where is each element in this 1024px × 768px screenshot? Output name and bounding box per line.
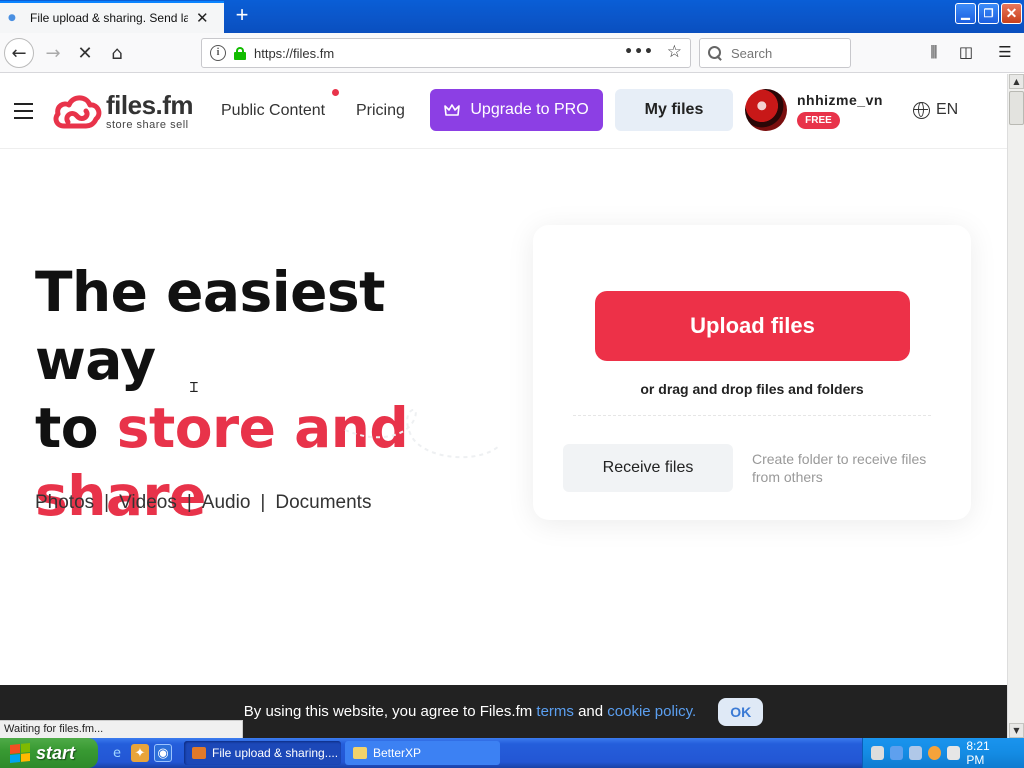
cookie-text: By using this website, you agree to File… (244, 703, 696, 720)
start-button[interactable]: start (0, 738, 98, 768)
category-separator: | (186, 492, 192, 513)
page-actions-icon[interactable]: ••• (624, 44, 654, 60)
brand-tagline: store share sell (106, 119, 189, 131)
volume-icon[interactable] (947, 746, 961, 760)
cookie-text-middle: and (573, 703, 608, 720)
upload-card: Upload files or drag and drop files and … (533, 225, 971, 520)
category-separator: | (260, 492, 266, 513)
cookie-ok-button[interactable]: OK (718, 697, 764, 726)
nav-pricing[interactable]: Pricing (356, 102, 405, 120)
library-icon[interactable]: ⫼ (924, 42, 944, 62)
terms-link[interactable]: terms (536, 703, 574, 720)
scroll-down-arrow-icon[interactable]: ▼ (1009, 723, 1024, 738)
new-tab-button[interactable]: + (230, 4, 254, 28)
avatar[interactable] (745, 89, 787, 131)
files-fm-logo[interactable]: files.fm store share sell (52, 90, 194, 132)
category-audio: Audio (201, 492, 251, 513)
brand-name: files.fm (106, 90, 194, 120)
folder-icon (353, 747, 367, 759)
my-files-button[interactable]: My files (615, 89, 733, 131)
media-player-icon[interactable]: ◉ (154, 744, 172, 762)
task-label: BetterXP (373, 746, 422, 760)
search-input[interactable] (731, 45, 841, 61)
tray-app-icon[interactable] (928, 746, 942, 760)
firefox-icon (192, 747, 206, 759)
scrollbar-thumb[interactable] (1009, 91, 1024, 125)
crown-icon (444, 104, 461, 116)
browser-status-bar: Waiting for files.fm... (0, 720, 243, 738)
cookie-text-before: By using this website, you agree to File… (243, 703, 537, 720)
site-info-icon[interactable]: i (210, 45, 226, 61)
browser-navbar: ← → ✕ ⌂ i https://files.fm ••• ☆ ⫼ ◫ ☰ (0, 33, 1024, 73)
browser-tab-strip: ● File upload & sharing. Send large p ✕ … (0, 0, 1024, 33)
receive-files-button[interactable]: Receive files (563, 444, 733, 492)
window-controls: ▁ ❐ ✕ (955, 3, 1022, 24)
page-scrollbar[interactable]: ▲ ▼ (1007, 74, 1024, 738)
bookmark-star-icon[interactable]: ☆ (667, 42, 682, 62)
start-label: start (36, 742, 76, 763)
lock-icon (234, 46, 246, 60)
hero-headline: The easiest way to store and share (35, 258, 515, 530)
card-divider (573, 415, 931, 416)
hero-line-1: The easiest way (35, 260, 385, 392)
taskbar-item-betterxp[interactable]: BetterXP (345, 741, 500, 765)
plan-badge: FREE (797, 112, 840, 129)
drag-drop-hint: or drag and drop files and folders (640, 381, 864, 397)
text-cursor-icon: Ɪ (190, 380, 198, 396)
network-icon[interactable] (909, 746, 923, 760)
upload-files-button[interactable]: Upload files (595, 291, 910, 361)
system-tray: 8:21 PM (862, 738, 1024, 768)
sidebar-icon[interactable]: ◫ (956, 42, 976, 62)
quicklaunch-app-icon[interactable]: ✦ (131, 744, 149, 762)
internet-explorer-icon[interactable]: e (108, 744, 126, 762)
scroll-up-arrow-icon[interactable]: ▲ (1009, 74, 1024, 89)
nav-public-content[interactable]: Public Content (221, 102, 325, 120)
menu-icon[interactable]: ☰ (995, 42, 1015, 62)
url-bar[interactable]: i https://files.fm ••• ☆ (201, 38, 691, 68)
taskbar-clock: 8:21 PM (966, 739, 990, 767)
cookie-policy-link[interactable]: cookie policy. (607, 703, 696, 720)
cloud-logo-icon (53, 95, 102, 129)
stop-loading-icon[interactable]: ✕ (70, 38, 100, 68)
site-header: files.fm store share sell Public Content… (0, 74, 1007, 149)
file-categories: Photos | Videos | Audio | Documents (35, 492, 371, 514)
category-separator: | (104, 492, 110, 513)
windows-taskbar: start e ✦ ◉ File upload & sharing.... Be… (0, 738, 1024, 768)
hero-line-2-prefix: to (35, 396, 117, 460)
loading-favicon-icon: ● (8, 13, 16, 23)
language-selector[interactable]: EN (913, 101, 958, 119)
restore-icon[interactable]: ❐ (978, 3, 999, 24)
tab-close-icon[interactable]: ✕ (196, 9, 209, 27)
tray-arrow-icon[interactable] (890, 746, 904, 760)
upgrade-to-pro-button[interactable]: Upgrade to PRO (430, 89, 603, 131)
url-text[interactable]: https://files.fm (254, 46, 334, 61)
forward-arrow-icon[interactable]: → (38, 38, 68, 68)
hamburger-menu-icon[interactable] (14, 103, 33, 119)
globe-icon (913, 101, 930, 119)
minimize-icon[interactable]: ▁ (955, 3, 976, 24)
back-arrow-icon[interactable]: ← (4, 38, 34, 68)
upgrade-label: Upgrade to PRO (470, 101, 589, 118)
browser-tab-active[interactable]: ● File upload & sharing. Send large p ✕ (0, 1, 224, 33)
tab-title: File upload & sharing. Send large p (30, 11, 188, 25)
notification-dot (332, 89, 339, 96)
username[interactable]: nhhizme_vn (797, 92, 883, 108)
category-videos: Videos (119, 492, 177, 513)
language-code: EN (936, 101, 959, 118)
windows-flag-icon (10, 742, 30, 764)
home-icon[interactable]: ⌂ (102, 38, 132, 68)
decorative-swirl (344, 408, 501, 459)
category-photos: Photos (35, 492, 95, 513)
browser-search-box[interactable] (699, 38, 851, 68)
task-label: File upload & sharing.... (212, 746, 339, 760)
receive-files-description: Create folder to receive files from othe… (752, 451, 927, 485)
close-icon[interactable]: ✕ (1001, 3, 1022, 24)
search-icon (708, 46, 722, 60)
category-documents: Documents (275, 492, 372, 513)
keyboard-icon[interactable] (871, 746, 885, 760)
taskbar-item-firefox[interactable]: File upload & sharing.... (184, 741, 341, 765)
